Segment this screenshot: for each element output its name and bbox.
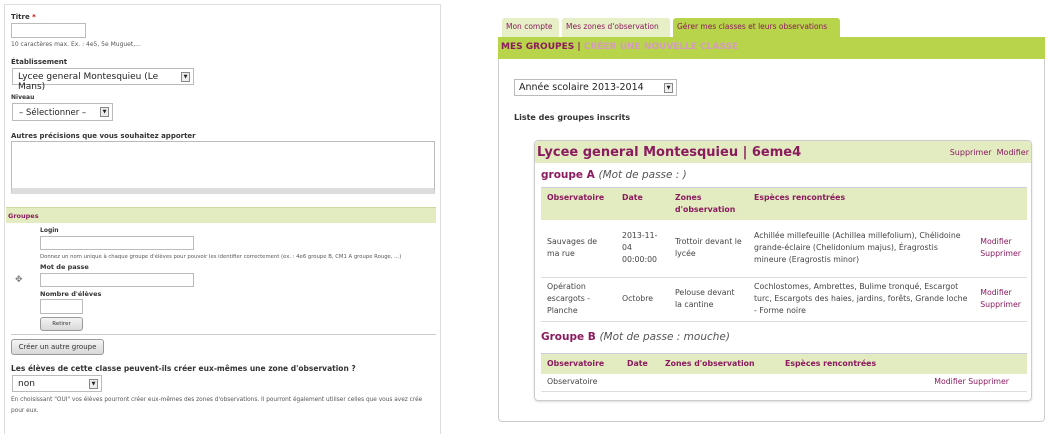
cell: Achillée millefeuille (Achillea millefol…: [748, 220, 975, 278]
zone-question: Les élèves de cette classe peuvent-ils c…: [11, 364, 356, 373]
group-b-title: Groupe B (Mot de passe : mouche): [541, 330, 730, 343]
divider: [11, 334, 436, 335]
group-b-table: Observatoire Date Zones d'observation Espèc…: [541, 352, 1027, 392]
login-label: Login: [40, 227, 59, 234]
count-input[interactable]: [40, 299, 83, 314]
chevron-down-icon: ▼: [100, 107, 109, 117]
subnav: MES GROUPES | CRÉER UNE NOUVELLE CLASSE: [498, 37, 1045, 59]
subnav-new-class[interactable]: CRÉER UNE NOUVELLE CLASSE: [584, 42, 738, 52]
title-help: 10 caractères max. Ex. : 4e5, 5e Muguet,…: [11, 41, 141, 48]
year-select[interactable]: Année scolaire 2013-2014 ▼: [514, 79, 677, 96]
col-header: Date: [616, 187, 669, 220]
chevron-down-icon: ▼: [89, 378, 98, 389]
etab-label: Établissement: [11, 58, 68, 66]
autres-label: Autres précisions que vous souhaitez app…: [11, 132, 196, 140]
col-header: Observatoire: [541, 352, 621, 374]
col-header: Zones d'observation: [659, 352, 779, 374]
password-label: Mot de passe: [40, 263, 89, 271]
class-card: Lycee general Montesquieu | 6eme4 Suppri…: [534, 140, 1032, 401]
edit-link[interactable]: Modifier: [934, 377, 966, 386]
autres-textarea[interactable]: [11, 141, 435, 194]
login-help: Donnez un nom unique à chaque groupe d'é…: [40, 254, 402, 260]
cell: Trottoir devant le lycée: [669, 220, 748, 278]
password-input[interactable]: [40, 273, 194, 287]
col-header: Espèces rencontrées: [748, 187, 975, 220]
col-header: Date: [621, 352, 659, 374]
col-header: Observatoire: [541, 187, 616, 220]
edit-link[interactable]: Modifier: [980, 237, 1012, 246]
chevron-down-icon: ▼: [181, 71, 190, 82]
tab-classes[interactable]: Gérer mes classes et leurs observations: [673, 18, 840, 37]
table-row: Observatoire Modifier Supprimer: [541, 373, 1027, 392]
delete-link[interactable]: Supprimer: [980, 249, 1021, 258]
separator: |: [577, 42, 581, 52]
cell: 2013-11-04 00:00:00: [616, 220, 669, 278]
tab-zones[interactable]: Mes zones d'observation: [562, 18, 670, 37]
add-group-button[interactable]: Créer un autre groupe: [11, 339, 104, 355]
col-header: Espèces rencontrées: [779, 352, 1027, 374]
niveau-select[interactable]: – Sélectionner – ▼: [12, 103, 113, 121]
tab-mon-compte[interactable]: Mon compte: [502, 18, 559, 37]
list-title: Liste des groupes inscrits: [514, 113, 631, 122]
zone-help: En choisissant "OUI" vos élèves pourront…: [11, 397, 423, 414]
group-a-title: groupe A (Mot de passe : ): [541, 169, 687, 181]
title-input[interactable]: [11, 23, 86, 38]
delete-class-link[interactable]: Supprimer: [950, 148, 992, 157]
cell: Octobre: [616, 277, 669, 322]
cell: Cochlostomes, Ambrettes, Bulime tronqué,…: [748, 277, 975, 322]
drag-handle-icon[interactable]: ✥: [15, 275, 23, 285]
cell: Observatoire: [541, 373, 621, 392]
col-header: Zones d'observation: [669, 187, 748, 220]
zone-select[interactable]: non ▼: [12, 375, 102, 392]
subnav-groupes[interactable]: MES GROUPES: [501, 42, 574, 52]
cell: Pelouse devant la cantine: [669, 277, 748, 322]
card-title: Lycee general Montesquieu | 6eme4: [537, 144, 802, 160]
delete-link[interactable]: Supprimer: [980, 300, 1021, 309]
remove-button[interactable]: Retirer: [40, 317, 83, 331]
title-label: Titre *: [11, 13, 36, 21]
edit-class-link[interactable]: Modifier: [997, 148, 1029, 157]
group-a-table: Observatoire Date Zones d'observation Espèc…: [541, 187, 1027, 322]
niveau-label: Niveau: [11, 94, 35, 101]
cell: Sauvages de ma rue: [541, 220, 616, 278]
table-row: Sauvages de ma rue 2013-11-04 00:00:00 Tro…: [541, 220, 1027, 278]
delete-link[interactable]: Supprimer: [968, 377, 1009, 386]
cell: Opération escargots - Planche: [541, 277, 616, 322]
edit-link[interactable]: Modifier: [980, 288, 1012, 297]
count-label: Nombre d'élèves: [40, 290, 102, 298]
table-row: Opération escargots - Planche Octobre Pelo…: [541, 277, 1027, 322]
etab-select[interactable]: Lycee general Montesquieu (Le Mans) ▼: [12, 68, 194, 92]
login-input[interactable]: [40, 236, 194, 250]
chevron-down-icon: ▼: [664, 82, 673, 93]
card-header: Lycee general Montesquieu | 6eme4 Suppri…: [535, 141, 1031, 163]
groupes-header: Groupes: [6, 207, 436, 223]
